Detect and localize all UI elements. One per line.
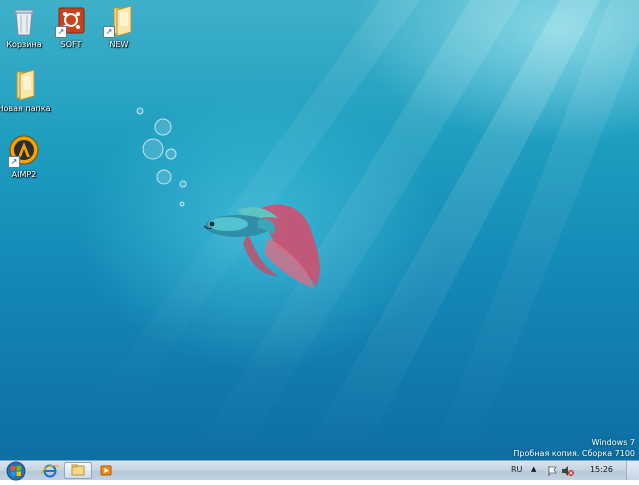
desktop-icon-label: Новая папка: [0, 104, 51, 113]
taskbar-internet-explorer[interactable]: [36, 462, 64, 479]
desktop-icon-aimp2[interactable]: ↗ AIMP2: [0, 134, 52, 179]
show-hidden-icons-button[interactable]: ▲: [531, 465, 536, 473]
desktop-icon-label: NEW: [109, 40, 129, 49]
shortcut-arrow-icon: ↗: [55, 26, 67, 38]
desktop[interactable]: Корзина ↗ SOFT ↗ NEW Новая папка ↗ AIMP2…: [0, 0, 639, 460]
start-button[interactable]: [3, 461, 27, 481]
language-indicator[interactable]: RU: [511, 465, 522, 474]
desktop-icon-new[interactable]: ↗ NEW: [91, 4, 147, 49]
system-tray: RU ▲ 15:26: [509, 461, 639, 480]
taskbar: RU ▲ 15:26: [0, 460, 639, 481]
desktop-icon-label: AIMP2: [11, 170, 37, 179]
betta-fish-image: [203, 204, 320, 288]
explorer-folder-icon: [71, 464, 85, 476]
windows-logo-icon: [6, 461, 26, 481]
folder-icon: ↗: [102, 4, 136, 38]
taskbar-clock[interactable]: 15:26: [590, 465, 613, 474]
recycle-bin-icon: [7, 4, 41, 38]
bubbles-decoration: [136, 107, 187, 207]
taskbar-windows-explorer[interactable]: [64, 462, 92, 479]
taskbar-media-player[interactable]: [92, 462, 120, 479]
watermark-build: Пробная копия. Сборка 7100: [513, 449, 635, 458]
shortcut-arrow-icon: ↗: [8, 156, 20, 168]
aimp-icon: ↗: [7, 134, 41, 168]
action-center-flag-icon[interactable]: [546, 465, 558, 477]
internet-explorer-icon: [40, 464, 60, 478]
volume-muted-icon[interactable]: [561, 465, 574, 477]
soft-app-icon: ↗: [54, 4, 88, 38]
watermark-product: Windows 7: [591, 438, 635, 447]
media-player-icon: [100, 465, 112, 476]
show-desktop-button[interactable]: [626, 461, 639, 480]
desktop-icon-new-folder[interactable]: Новая папка: [0, 68, 52, 113]
shortcut-arrow-icon: ↗: [103, 26, 115, 38]
windows-watermark: Windows 7 Пробная копия. Сборка 7100: [513, 437, 635, 459]
folder-icon: [7, 68, 41, 102]
